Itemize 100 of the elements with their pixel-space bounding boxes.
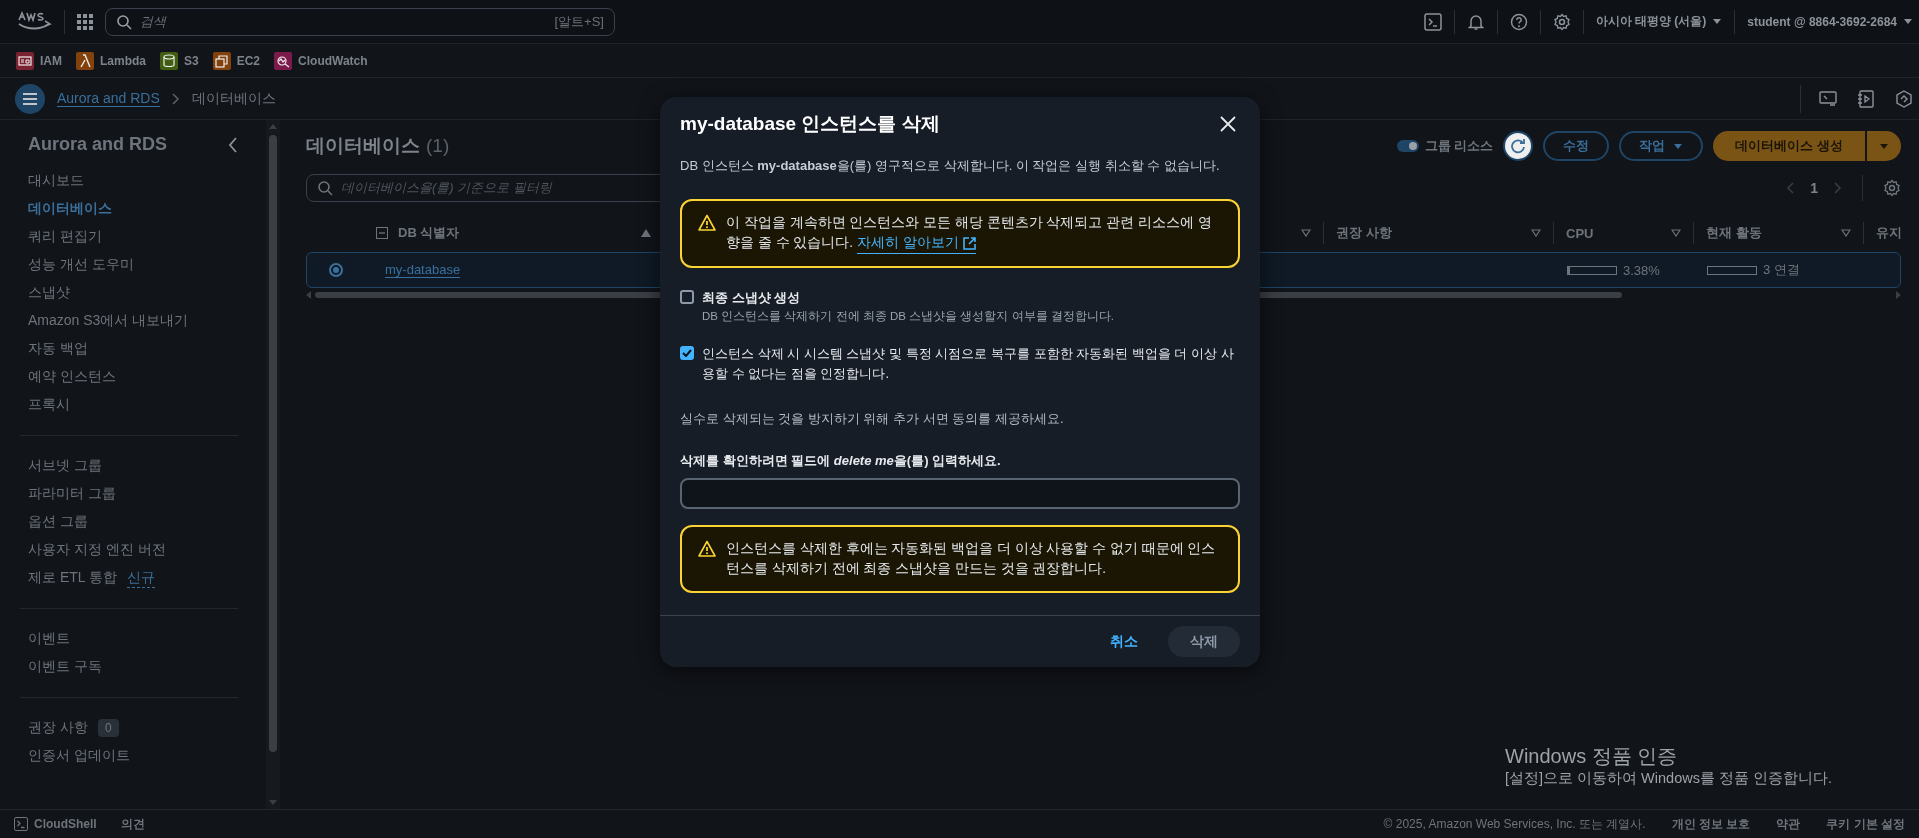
table-cell: 3 연결 [1763,261,1800,279]
sidebar-item[interactable]: 이벤트 구독 [28,658,102,676]
confirm-label: 삭제를 확인하려면 필드에 delete me을(를) 입력하세요. [680,452,1002,470]
learn-more-link[interactable]: 자세히 알아보기 [856,233,976,254]
favorite-link[interactable]: CloudWatch [274,51,368,70]
sidebar-item[interactable]: 대시보드 [28,172,84,190]
sidebar-item[interactable]: 사용자 지정 엔진 버전 [28,541,166,559]
sidebar-item[interactable]: 데이터베이스 [28,200,112,218]
table-cell: 3.38% [1623,262,1660,278]
close-icon [1220,116,1236,132]
footer-link[interactable]: 약관 [1776,815,1801,833]
bucket-icon [160,51,178,70]
caret-icon [1673,141,1684,151]
sort-icon[interactable] [1301,229,1311,237]
sort-icon[interactable] [1531,229,1541,237]
sort-ascending-icon[interactable] [641,229,651,237]
sidebar-item[interactable]: 성능 개선 도우미 [28,256,134,274]
sidebar-item[interactable]: 권장 사항 [28,719,88,737]
sidebar-item[interactable]: 제로 ETL 통합 [28,569,117,587]
hexagon-icon[interactable] [1895,89,1913,108]
sidebar-item[interactable]: 이벤트 [28,630,70,648]
edit-button[interactable]: 수정 [1543,131,1610,161]
favorite-link[interactable]: S3 [160,51,199,70]
create-database-button[interactable]: 데이터베이스 생성 [1713,131,1865,161]
sidebar-item[interactable]: 자동 백업 [28,340,88,358]
scroll-right-icon [1896,290,1901,299]
refresh-icon [1510,138,1527,154]
menu-icon [22,91,38,106]
warning-icon [698,214,716,231]
actions-button[interactable]: 작업 [1619,131,1704,161]
checkbox[interactable] [680,290,694,304]
terminal-icon[interactable] [1423,12,1442,31]
dropdown-button[interactable] [1867,131,1901,161]
scroll-up-icon [269,124,277,129]
scroll-left-icon [306,290,311,299]
menu-button[interactable] [15,83,45,114]
meter-bar [1567,265,1617,275]
sort-icon[interactable] [1841,229,1851,237]
confirm-input-field[interactable] [680,478,1240,509]
apps-grid-icon[interactable] [77,13,93,30]
favorite-link[interactable]: Lambda [76,51,146,70]
footer-link[interactable]: 쿠키 기본 설정 [1826,815,1905,833]
cancel-button[interactable]: 취소 [1106,632,1142,651]
sidebar-item[interactable]: 파라미터 그룹 [28,485,116,503]
warning-icon [698,540,716,557]
collapse-all-icon[interactable] [376,227,388,239]
favorite-link[interactable]: EC2 [212,51,261,70]
new-badge[interactable]: 신규 [126,568,155,588]
bell-icon[interactable] [1466,12,1485,31]
region-menu[interactable]: 아시아 태평양 (서울) [1595,13,1723,30]
sidebar-item[interactable]: 인증서 업데이트 [28,747,130,765]
favorite-link[interactable]: IAM [16,51,62,70]
column-header[interactable]: 유지 [1876,224,1902,242]
sidebar-item[interactable]: 예약 인스턴스 [28,368,116,386]
sidebar-item[interactable]: 스냅샷 [28,284,70,302]
sidebar-item[interactable]: Amazon S3에서 내보내기 [28,312,189,330]
magnifier-icon [274,51,293,70]
sort-icon[interactable] [1671,229,1681,237]
shortcut-hint: [알트+S] [554,12,604,31]
sidebar-item[interactable]: 프록시 [28,396,70,414]
sidebar-item[interactable]: 옵션 그룹 [28,513,88,531]
page-number[interactable]: 1 [1810,180,1818,196]
check-icon [682,349,692,357]
help-icon[interactable] [1509,12,1528,31]
collapse-icon[interactable] [228,136,238,153]
account-menu[interactable]: student @ 8864-3692-2684 [1747,14,1913,29]
lambda-icon [76,51,94,70]
column-header[interactable]: DB 식별자 [398,224,460,242]
column-header[interactable]: 현재 활동 [1706,224,1762,242]
feedback-link[interactable]: 의견 [120,815,145,833]
notebook-icon[interactable] [1857,89,1875,108]
activation-title: Windows 정품 인증 [1505,744,1679,768]
checkbox[interactable] [680,346,694,360]
checkbox-description: DB 인스턴스를 삭제하기 전에 최종 DB 스냅샷을 생성할지 여부를 결정합니다. [702,309,1114,324]
sidebar-item[interactable]: 서브넷 그룹 [28,457,102,475]
footer-link[interactable]: 개인 정보 보호 [1671,815,1751,833]
table-link[interactable]: my-database [385,262,461,278]
checkbox-label: 인스턴스 삭제 시 시스템 스냅샷 및 특정 시점으로 복구를 포함한 자동화된 백업을 더 이상 사용할 수 없다는 점을 인정합니다. [702,345,1235,383]
sidebar-item[interactable]: 쿼리 편집기 [28,228,102,246]
scrollbar[interactable] [266,120,280,809]
recommendation-text: 인스턴스를 삭제한 후에는 자동화된 백업을 더 이상 사용할 수 없기 때문에 인스턴스를 삭제하기 전에 최종 스냅샷을 만드는 것을 권장합니다. [726,540,1217,578]
settings-icon[interactable] [1883,179,1901,197]
item-count: (1) [426,135,450,157]
copyright-text: © 2025, Amazon Web Services, Inc. 또는 계열사. [1383,815,1646,833]
settings-icon[interactable] [1552,12,1571,31]
external-link-icon [962,237,976,250]
chevron-right-icon [171,92,180,105]
column-header[interactable]: CPU [1566,225,1594,241]
breadcrumb-link[interactable]: Aurora and RDS [57,90,160,107]
squares-icon [212,51,231,70]
search-field[interactable]: 검색 [알트+S] [105,7,615,36]
column-header[interactable]: 권장 사항 [1336,224,1392,242]
cloudshell-button[interactable]: CloudShell [14,817,97,831]
toggle-switch[interactable]: 그룹 리소스 [1396,137,1494,155]
caret-icon [1903,17,1913,26]
screen-icon[interactable] [1819,89,1837,108]
search-icon [116,13,132,30]
radio-selected[interactable] [329,263,343,277]
refresh-button[interactable] [1503,131,1534,161]
activation-text: [설정]으로 이동하여 Windows를 정품 인증합니다. [1505,769,1833,788]
